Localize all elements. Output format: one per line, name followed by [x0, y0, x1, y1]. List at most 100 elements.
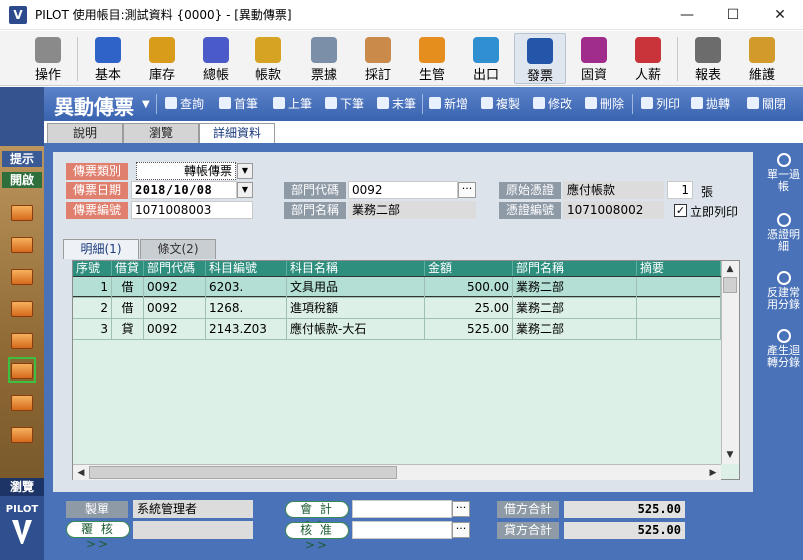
view-tabs: 說明 瀏覽 詳細資料	[44, 121, 764, 144]
scroll-up-icon[interactable]: ▲	[722, 261, 738, 277]
col-seq[interactable]: 序號	[73, 261, 112, 276]
print-button[interactable]: 列印	[641, 95, 680, 113]
scroll-thumb[interactable]	[723, 277, 737, 293]
toolbar-basic-button[interactable]: 基本	[82, 33, 134, 84]
line-chart-icon	[635, 37, 661, 63]
rebuild-entry-button[interactable]: 反建常用分錄	[766, 271, 801, 311]
browse-tab[interactable]: 瀏覽	[0, 478, 44, 496]
search-icon	[776, 329, 791, 343]
approve-lookup-button[interactable]: ···	[452, 522, 470, 538]
close-button[interactable]: ✕	[757, 0, 803, 30]
toolbar-operate-button[interactable]: 操作	[22, 33, 74, 84]
folder-icon[interactable]	[11, 395, 33, 411]
module-toolbar: 操作 基本 庫存 總帳 帳款 票據 採訂 生管 出口 發票 固資 人薪 報表 維…	[0, 31, 803, 86]
scroll-thumb[interactable]	[89, 466, 397, 479]
scroll-left-icon[interactable]: ◀	[73, 465, 89, 481]
table-row[interactable]: 2 借 0092 1268. 進項稅額 25.00 業務二部	[73, 298, 721, 319]
tab-clauses[interactable]: 條文(2)	[140, 239, 216, 259]
table-row[interactable]: 1 借 0092 6203. 文具用品 500.00 業務二部	[73, 276, 721, 298]
tab-browse[interactable]: 瀏覽	[123, 123, 199, 143]
col-account-name[interactable]: 科目名稱	[287, 261, 425, 276]
col-account-no[interactable]: 科目編號	[206, 261, 287, 276]
first-record-button[interactable]: 首筆	[219, 95, 258, 113]
close-form-button[interactable]: 關閉	[747, 95, 786, 113]
toolbar-payroll-button[interactable]: 人薪	[622, 33, 674, 84]
cell-dc: 借	[112, 298, 144, 319]
add-button[interactable]: 新增	[429, 95, 468, 113]
scroll-right-icon[interactable]: ▶	[705, 465, 721, 481]
voucher-no-field[interactable]: 1071008003	[131, 201, 253, 219]
review-field	[133, 521, 253, 539]
count-unit: 張	[701, 185, 714, 199]
orig-voucher-count[interactable]: 1	[667, 181, 693, 199]
toolbar-inventory-button[interactable]: 庫存	[136, 33, 188, 84]
delete-button[interactable]: 刪除	[585, 95, 624, 113]
single-post-button[interactable]: 單一過帳	[766, 153, 801, 193]
col-dc[interactable]: 借貸	[112, 261, 144, 276]
chevron-down-icon[interactable]: ▼	[237, 163, 253, 179]
voucher-type-select[interactable]: 轉帳傳票	[136, 162, 236, 180]
folder-icon[interactable]	[11, 333, 33, 349]
col-summary[interactable]: 摘要	[637, 261, 721, 276]
folder-icon[interactable]	[11, 363, 33, 379]
hint-tab-label[interactable]: 提示	[2, 151, 42, 167]
accounting-lookup-button[interactable]: ···	[452, 501, 470, 517]
col-amount[interactable]: 金額	[425, 261, 513, 276]
reverse-entry-button[interactable]: 產生迴轉分錄	[766, 329, 801, 369]
last-record-button[interactable]: 末筆	[377, 95, 416, 113]
next-record-button[interactable]: 下筆	[325, 95, 364, 113]
grid-vertical-scrollbar[interactable]: ▲ ▼	[721, 261, 739, 464]
review-button[interactable]: 覆 核 >>	[66, 521, 130, 551]
invoice-icon	[527, 38, 553, 64]
dept-code-field[interactable]: 0092	[348, 181, 458, 199]
accounting-field[interactable]	[352, 500, 452, 518]
search-icon	[776, 213, 791, 227]
approve-button[interactable]: 核 准 >>	[285, 522, 349, 552]
edit-button[interactable]: 修改	[533, 95, 572, 113]
toolbar-export-button[interactable]: 出口	[460, 33, 512, 84]
cell-account-no: 1268.	[206, 298, 287, 319]
toolbar-ledger-button[interactable]: 總帳	[190, 33, 242, 84]
previous-record-button[interactable]: 上筆	[273, 95, 312, 113]
grid-horizontal-scrollbar[interactable]: ◀ ▶	[73, 464, 721, 480]
chevron-down-icon[interactable]: ▼	[237, 182, 253, 198]
tab-details[interactable]: 詳細資料	[199, 123, 275, 144]
folder-icon[interactable]	[11, 205, 33, 221]
voucher-detail-button[interactable]: 憑證明細	[766, 213, 801, 253]
maximize-button[interactable]: ☐	[710, 0, 756, 30]
folder-icon[interactable]	[11, 237, 33, 253]
toolbar-assets-button[interactable]: 固資	[568, 33, 620, 84]
toolbar-maintenance-button[interactable]: 維護	[736, 33, 788, 84]
toolbar-reports-button[interactable]: 報表	[682, 33, 734, 84]
folder-icon[interactable]	[11, 269, 33, 285]
open-tab[interactable]: 開啟	[2, 172, 42, 188]
document-title[interactable]: 異動傳票	[54, 91, 134, 120]
folder-icon[interactable]	[11, 301, 33, 317]
copy-button[interactable]: 複製	[481, 95, 520, 113]
cell-dept-code: 0092	[144, 277, 206, 298]
toolbar-purchase-button[interactable]: 採訂	[352, 33, 404, 84]
scroll-down-icon[interactable]: ▼	[722, 447, 738, 463]
transfer-button[interactable]: 拋轉	[691, 95, 730, 113]
col-dept-code[interactable]: 部門代碼	[144, 261, 206, 276]
table-row[interactable]: 3 貸 0092 2143.Z03 應付帳款-大石 525.00 業務二部	[73, 319, 721, 340]
query-button[interactable]: 查詢	[165, 95, 204, 113]
voucher-type-label: 傳票類別	[66, 163, 128, 180]
folder-icon[interactable]	[11, 427, 33, 443]
satellite-dish-icon	[35, 37, 61, 63]
toolbar-notes-button[interactable]: 票據	[298, 33, 350, 84]
toolbar-production-button[interactable]: 生管	[406, 33, 458, 84]
print-now-checkbox[interactable]: ✓	[674, 204, 687, 217]
tab-description[interactable]: 說明	[47, 123, 123, 143]
tab-detail-lines[interactable]: 明細(1)	[63, 239, 139, 259]
accounting-button[interactable]: 會 計 >>	[285, 501, 349, 531]
toolbar-invoice-button[interactable]: 發票	[514, 33, 566, 84]
grid-icon	[95, 37, 121, 63]
dept-lookup-button[interactable]: ···	[458, 182, 476, 198]
toolbar-accounts-button[interactable]: 帳款	[242, 33, 294, 84]
voucher-date-field[interactable]: 2018/10/08	[131, 181, 237, 199]
approve-field[interactable]	[352, 521, 452, 539]
chevron-down-icon[interactable]: ▼	[142, 99, 150, 110]
col-dept-name[interactable]: 部門名稱	[513, 261, 637, 276]
minimize-button[interactable]: —	[664, 0, 710, 30]
